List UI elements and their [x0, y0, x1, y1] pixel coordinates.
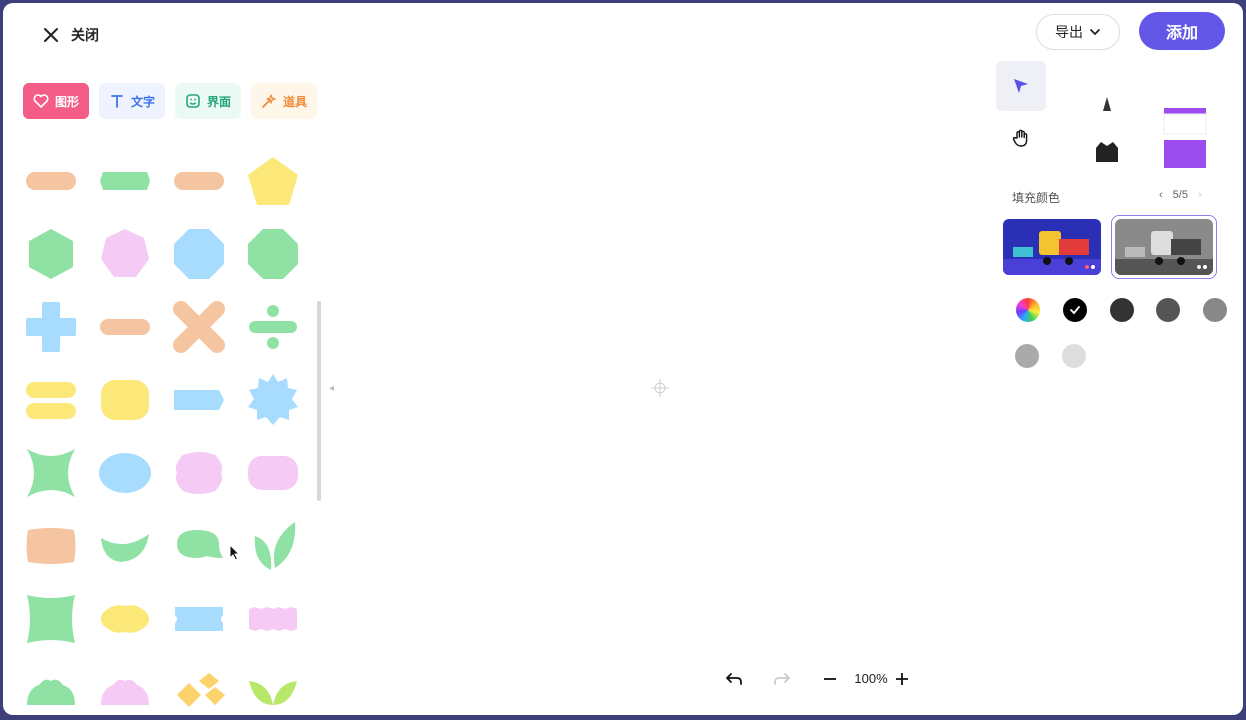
fill-thumbnail-gray[interactable]: [1115, 219, 1213, 275]
illustration-thumbnail: [1003, 219, 1101, 275]
minus-icon: [824, 677, 836, 680]
shape-cross[interactable]: [171, 299, 227, 355]
tab-label: 文字: [131, 94, 156, 109]
shape-cloud[interactable]: [171, 445, 227, 501]
chevron-down-icon: [1090, 29, 1100, 36]
pen-tool[interactable]: [1082, 79, 1132, 129]
export-button[interactable]: 导出: [1036, 14, 1120, 50]
shape-cloud[interactable]: [97, 445, 153, 501]
shape-blob[interactable]: [97, 591, 153, 647]
shape-pentagon[interactable]: [245, 153, 301, 209]
editor-window: 关闭 导出 添加 图形 文字 界面 道具 ◂ 填充颜色 ‹ 5/5 › 100%: [3, 3, 1243, 715]
pager-text: 5/5: [1172, 189, 1188, 201]
plus-icon: [896, 672, 908, 685]
swatch-lightest-gray[interactable]: [1062, 344, 1086, 368]
shape-rounded-rect[interactable]: [97, 153, 153, 209]
text-icon: [111, 95, 123, 108]
tab-props[interactable]: 道具: [251, 83, 318, 119]
shape-ticket[interactable]: [171, 591, 227, 647]
brush-icon: [1096, 142, 1118, 162]
crosshair-icon: [651, 379, 669, 397]
shape-tag[interactable]: [171, 372, 227, 428]
fill-pager: ‹ 5/5 ›: [1159, 189, 1202, 201]
eraser-icon: [1163, 108, 1207, 168]
swatch-black-selected[interactable]: [1063, 298, 1087, 322]
magic-wand-icon: [262, 94, 276, 108]
shape-leaves[interactable]: [245, 518, 301, 574]
mouse-cursor-icon: [229, 544, 241, 561]
shape-heptagon[interactable]: [97, 226, 153, 282]
zoom-out-button[interactable]: [823, 672, 847, 686]
tab-label: 界面: [207, 94, 232, 109]
swatch-mid-gray[interactable]: [1203, 298, 1227, 322]
zoom-level: 100%: [854, 671, 888, 686]
collapse-panel-icon[interactable]: ◂: [329, 383, 334, 394]
add-button[interactable]: 添加: [1139, 12, 1225, 50]
check-icon: [1070, 306, 1080, 315]
fill-thumbnail-color[interactable]: [1003, 219, 1101, 275]
fill-color-label: 填充颜色: [1012, 191, 1061, 205]
scrollbar[interactable]: [317, 301, 321, 501]
brush-tool[interactable]: [1082, 125, 1132, 175]
shape-wavy[interactable]: [23, 518, 79, 574]
color-picker-swatch[interactable]: [1016, 298, 1040, 322]
shape-starburst[interactable]: [245, 372, 301, 428]
shape-hexagon[interactable]: [23, 226, 79, 282]
shape-scallop[interactable]: [23, 661, 79, 715]
shape-divide[interactable]: [245, 299, 301, 355]
shape-leaf[interactable]: [97, 518, 153, 574]
shape-star4[interactable]: [23, 445, 79, 501]
shape-octagon[interactable]: [245, 226, 301, 282]
tab-shapes[interactable]: 图形: [23, 83, 90, 119]
shape-rounded-square[interactable]: [97, 372, 153, 428]
swatch-gray[interactable]: [1156, 298, 1180, 322]
tab-text[interactable]: 文字: [99, 83, 166, 119]
eraser-tool[interactable]: [1154, 87, 1216, 177]
close-icon: [44, 28, 58, 42]
shape-mixed-shapes[interactable]: [171, 661, 227, 715]
shape-rounded-rect[interactable]: [171, 153, 227, 209]
next-page-icon[interactable]: ›: [1198, 189, 1202, 201]
shape-sprout[interactable]: [245, 661, 301, 715]
undo-icon: [726, 672, 742, 685]
export-label: 导出: [1055, 24, 1083, 40]
heart-icon: [33, 94, 49, 108]
shape-plus[interactable]: [23, 299, 79, 355]
swatch-dark-gray[interactable]: [1110, 298, 1134, 322]
shape-minus[interactable]: [97, 299, 153, 355]
shape-octagon[interactable]: [171, 226, 227, 282]
zoom-in-button[interactable]: [895, 672, 919, 686]
hand-tool[interactable]: [996, 113, 1046, 163]
shape-ribbon[interactable]: [245, 591, 301, 647]
tab-interface[interactable]: 界面: [175, 83, 242, 119]
shape-wavy-square[interactable]: [23, 591, 79, 647]
sticker-icon: [186, 94, 200, 108]
select-tool[interactable]: [996, 61, 1046, 111]
undo-button[interactable]: [725, 672, 755, 686]
redo-icon: [774, 672, 790, 685]
prev-page-icon[interactable]: ‹: [1159, 189, 1163, 201]
swatch-light-gray[interactable]: [1015, 344, 1039, 368]
illustration-thumbnail: [1115, 219, 1213, 275]
shape-equals[interactable]: [23, 372, 79, 428]
pen-tip-icon: [1103, 97, 1111, 111]
shape-speech-bubble[interactable]: [171, 518, 227, 574]
bottom-toolbar: 100%: [725, 671, 919, 686]
redo-button[interactable]: [755, 672, 823, 686]
tab-label: 道具: [283, 94, 308, 109]
shape-rounded-rect[interactable]: [245, 445, 301, 501]
pointer-arrow-icon: [1014, 79, 1028, 93]
hand-icon: [1012, 129, 1028, 147]
shape-rounded-rect[interactable]: [23, 153, 79, 209]
category-tabs: 图形 文字 界面 道具: [23, 83, 318, 119]
close-button[interactable]: 关闭: [41, 25, 99, 45]
close-label: 关闭: [71, 27, 99, 43]
tab-label: 图形: [55, 94, 80, 109]
shape-scallop[interactable]: [97, 661, 153, 715]
